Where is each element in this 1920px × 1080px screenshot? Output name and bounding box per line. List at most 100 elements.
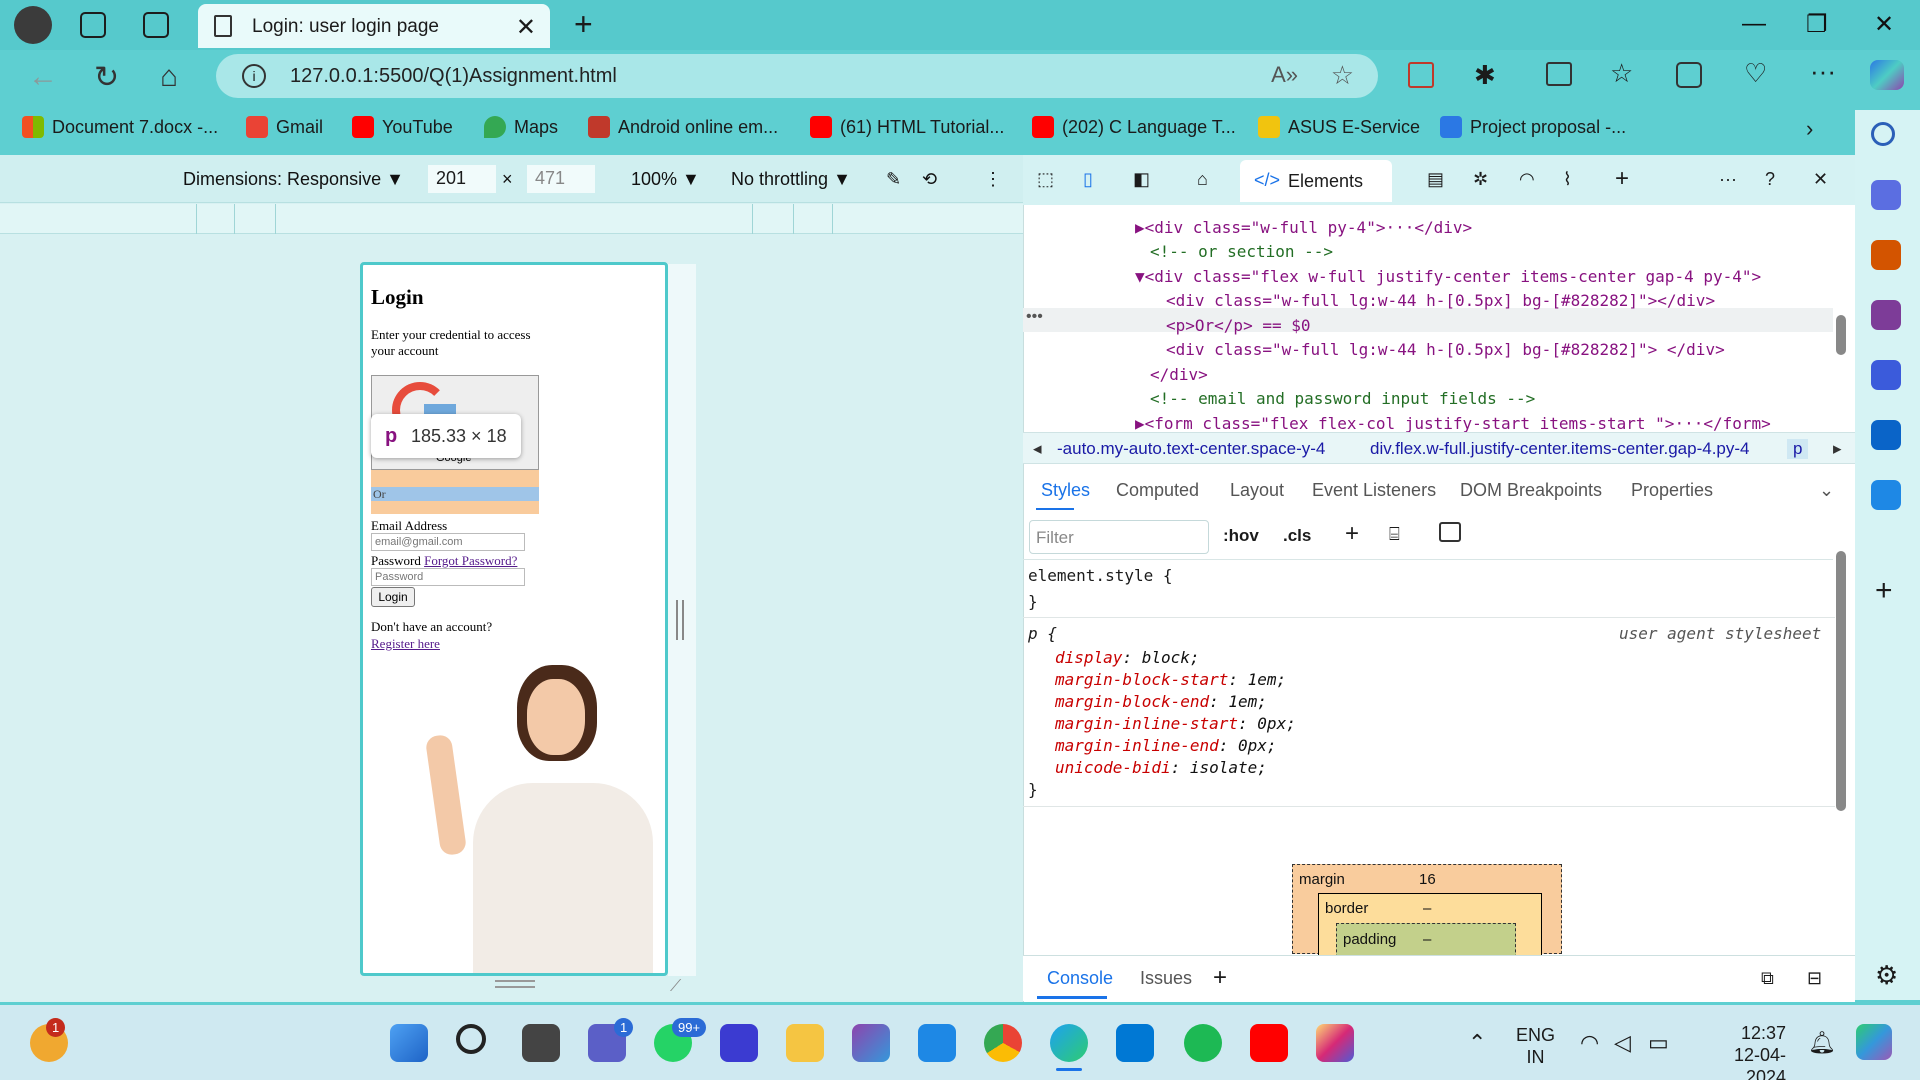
throttling-select[interactable]: No throttling ▼ [731, 169, 851, 190]
info-icon[interactable]: i [242, 64, 266, 88]
tab-actions-icon[interactable] [143, 12, 169, 38]
inspect-icon[interactable]: ⬚ [1037, 169, 1054, 190]
device-toggle-icon[interactable]: ▯ [1083, 169, 1093, 190]
dom-node[interactable]: <div class="w-full lg:w-44 h-[0.5px] bg-… [1166, 338, 1725, 363]
bookmark-maps[interactable]: Maps [484, 116, 558, 138]
width-input[interactable]: 201 [428, 165, 496, 193]
subtab-styles[interactable]: Styles [1041, 480, 1090, 501]
drawer-tab-issues[interactable]: Issues [1140, 968, 1192, 989]
battery-icon[interactable]: ▭ [1648, 1030, 1669, 1056]
border-value[interactable]: – [1423, 900, 1431, 917]
tag-icon[interactable] [1871, 180, 1901, 210]
youtube-icon[interactable] [1250, 1024, 1288, 1062]
subtab-properties[interactable]: Properties [1631, 480, 1713, 501]
send-icon[interactable] [1871, 480, 1901, 510]
edge-icon[interactable] [1050, 1024, 1088, 1062]
copilot-taskbar-icon[interactable] [852, 1024, 890, 1062]
back-icon[interactable]: ← [28, 60, 58, 94]
instagram-icon[interactable] [1316, 1024, 1354, 1062]
copilot-icon[interactable] [1870, 60, 1904, 90]
crumb-scroll-left-icon[interactable]: ◂ [1033, 439, 1042, 459]
dom-node[interactable]: ▶<div class="w-full py-4">···</div> [1135, 216, 1472, 241]
bookmark-youtube[interactable]: YouTube [352, 116, 453, 138]
css-declaration[interactable]: display: block; [1055, 648, 1200, 667]
console-tab-icon[interactable]: ▤ [1427, 169, 1444, 190]
collections-icon[interactable] [1676, 62, 1702, 88]
workspaces-icon[interactable] [80, 12, 106, 38]
password-field[interactable]: Password [371, 568, 525, 586]
dom-comment[interactable]: <!-- email and password input fields --> [1150, 387, 1535, 412]
css-declaration[interactable]: margin-inline-start: 0px; [1055, 714, 1296, 733]
css-declaration[interactable]: margin-inline-end: 0px; [1055, 736, 1277, 755]
vscode-icon[interactable] [1116, 1024, 1154, 1062]
crumb-scroll-right-icon[interactable]: ▸ [1833, 439, 1842, 459]
forgot-password-link[interactable]: Forgot Password? [424, 553, 517, 568]
crumb-item-selected[interactable]: p [1787, 439, 1809, 459]
split-screen-icon[interactable] [1546, 62, 1572, 86]
cls-toggle[interactable]: .cls [1283, 526, 1311, 546]
devtools-more-icon[interactable]: ··· [1719, 169, 1737, 190]
sources-bug-icon[interactable]: ✲ [1473, 169, 1488, 190]
address-bar[interactable]: i 127.0.0.1:5500/Q(1)Assignment.html A» … [216, 54, 1378, 98]
tab-login[interactable]: Login: user login page ✕ [198, 4, 550, 48]
padding-value[interactable]: – [1423, 931, 1431, 948]
paint-brush-icon[interactable]: ⌸ [1389, 524, 1400, 545]
dom-node[interactable]: </div> [1150, 363, 1208, 388]
styles-scrollbar[interactable] [1836, 525, 1846, 945]
copilot-sidebar-icon[interactable] [1871, 360, 1901, 390]
welcome-home-icon[interactable]: ⌂ [1197, 169, 1208, 190]
dom-scrollbar[interactable] [1836, 215, 1846, 355]
dom-comment[interactable]: <!-- or section --> [1150, 240, 1333, 265]
more-tools-add-icon[interactable]: + [1615, 165, 1629, 193]
dom-node[interactable]: ▼<div class="flex w-full justify-center … [1135, 265, 1761, 290]
device-menu-icon[interactable]: ⋮ [984, 169, 1002, 190]
read-aloud-icon[interactable]: A» [1271, 62, 1298, 88]
dom-node-selected[interactable]: <p>Or</p> == $0 [1166, 314, 1311, 339]
spotify-icon[interactable] [1184, 1024, 1222, 1062]
styles-scroll-thumb[interactable] [1836, 551, 1846, 811]
start-icon[interactable] [390, 1024, 428, 1062]
home-icon[interactable]: ⌂ [160, 60, 178, 94]
rotate-icon[interactable]: ⟲ [922, 169, 937, 190]
chevron-up-icon[interactable]: ⌃ [1468, 1030, 1486, 1056]
resize-handle-icon[interactable] [676, 600, 684, 640]
subtab-layout[interactable]: Layout [1230, 480, 1284, 501]
bookmark-gmail[interactable]: Gmail [246, 116, 323, 138]
performance-icon[interactable]: ⌇ [1563, 169, 1572, 190]
p-rule-selector[interactable]: p { [1028, 624, 1057, 643]
shopping-icon[interactable] [1871, 240, 1901, 270]
bookmark-c-language[interactable]: (202) C Language T... [1032, 116, 1236, 138]
add-sidebar-icon[interactable]: + [1875, 574, 1893, 608]
bottom-resize-handle-icon[interactable] [495, 980, 535, 988]
bookmark-android[interactable]: Android online em... [588, 116, 778, 138]
toggle-sidebar-icon[interactable] [1439, 522, 1461, 542]
tab-elements[interactable]: </> Elements [1240, 160, 1392, 202]
file-explorer-icon[interactable] [786, 1024, 824, 1062]
url-text[interactable]: 127.0.0.1:5500/Q(1)Assignment.html [290, 65, 617, 88]
new-rule-icon[interactable]: + [1345, 520, 1359, 548]
network-wifi-icon[interactable]: ◠ [1519, 169, 1535, 190]
bookmark-asus[interactable]: ASUS E-Service [1258, 116, 1420, 138]
notification-bell-icon[interactable]: 🔔︎ [1808, 1030, 1836, 1056]
subtab-event-listeners[interactable]: Event Listeners [1312, 480, 1436, 501]
refresh-icon[interactable]: ↻ [94, 60, 119, 95]
bookmarks-more-icon[interactable]: › [1806, 116, 1813, 142]
dom-node[interactable]: <div class="w-full lg:w-44 h-[0.5px] bg-… [1166, 289, 1715, 314]
minimize-icon[interactable]: — [1742, 10, 1766, 38]
hov-toggle[interactable]: :hov [1223, 526, 1259, 546]
css-declaration[interactable]: margin-block-end: 1em; [1055, 692, 1267, 711]
dom-scroll-thumb[interactable] [1836, 315, 1846, 355]
settings-gear-icon[interactable]: ⚙ [1875, 960, 1898, 991]
restore-icon[interactable]: ❐ [1806, 10, 1828, 39]
new-tab-icon[interactable]: + [574, 6, 593, 43]
language-indicator[interactable]: ENG IN [1516, 1024, 1555, 1068]
drawer-dock-icon[interactable]: ⧉ [1761, 968, 1774, 989]
drawer-tab-console[interactable]: Console [1047, 968, 1113, 989]
zoom-select[interactable]: 100% ▼ [631, 169, 700, 190]
dimensions-select[interactable]: Dimensions: Responsive ▼ [183, 169, 404, 190]
subtab-dom-breakpoints[interactable]: DOM Breakpoints [1460, 480, 1602, 501]
app-m-icon[interactable] [720, 1024, 758, 1062]
volume-icon[interactable]: ◁ [1614, 1030, 1631, 1056]
register-link[interactable]: Register here [371, 636, 440, 652]
clock[interactable]: 12:37 12-04-2024 [1700, 1022, 1786, 1080]
